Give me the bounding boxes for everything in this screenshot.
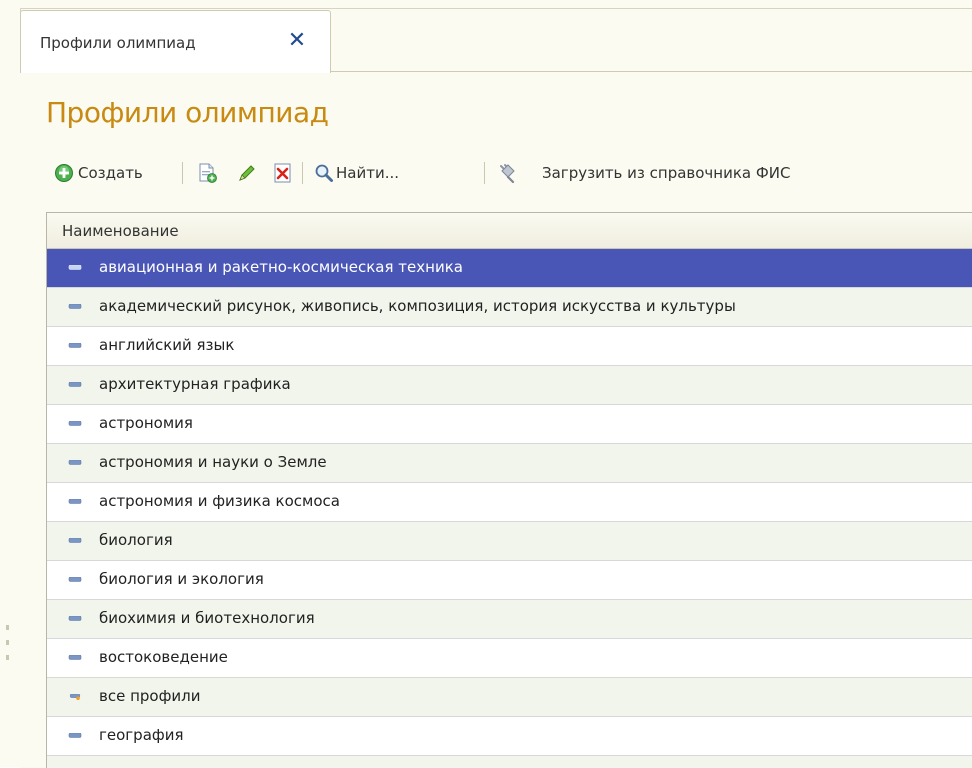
search-icon [315,164,333,182]
page-title: Профили олимпиад [46,96,329,129]
profiles-table[interactable]: Наименование авиационная и ракетно-косми… [46,212,972,768]
add-icon [55,164,73,182]
row-name: биохимия и биотехнология [99,609,315,627]
item-icon [68,538,82,543]
pencil-icon [239,165,255,181]
table-row[interactable]: география [47,717,972,756]
row-name: все профили [99,687,201,705]
row-name: авиационная и ракетно-космическая техник… [99,258,463,276]
splitter-mark [6,655,9,660]
load-from-fis-button[interactable]: Загрузить из справочника ФИС [496,158,790,188]
left-gutter [0,0,20,767]
row-name: архитектурная графика [99,375,291,393]
item-icon [68,733,82,738]
row-name: востоковедение [99,648,228,666]
top-strip [20,0,972,8]
toolbar-separator [484,162,485,184]
app-window: Профили олимпиад ✕ Профили олимпиад Созд… [0,0,972,768]
tab-olympiad-profiles[interactable]: Профили олимпиад ✕ [20,10,331,73]
load-label: Загрузить из справочника ФИС [542,164,791,182]
splitter-mark [6,640,9,645]
copy-button[interactable] [196,158,218,188]
table-row[interactable]: академический рисунок, живопись, компози… [47,288,972,327]
item-icon [68,616,82,621]
toolbar: Создать Найти... Загрузить из справочник… [46,158,946,188]
item-icon [68,421,82,426]
column-header-label: Наименование [62,222,179,240]
table-row[interactable]: геология [47,756,972,768]
table-row[interactable]: астрономия [47,405,972,444]
table-row[interactable]: астрономия и физика космоса [47,483,972,522]
table-row[interactable]: востоковедение [47,639,972,678]
item-icon [68,655,82,660]
create-button[interactable]: Создать [54,158,143,188]
tab-label: Профили олимпиад [40,34,196,52]
row-name: география [99,726,184,744]
row-name: астрономия и физика космоса [99,492,340,510]
table-row[interactable]: биохимия и биотехнология [47,600,972,639]
create-label: Создать [78,164,143,182]
row-name: астрономия [99,414,193,432]
row-name: астрономия и науки о Земле [99,453,327,471]
toolbar-separator [182,162,183,184]
find-label: Найти... [336,164,400,182]
row-name: академический рисунок, живопись, компози… [99,297,736,315]
row-name: биология и экология [99,570,264,588]
table-row[interactable]: английский язык [47,327,972,366]
table-row[interactable]: архитектурная графика [47,366,972,405]
row-name: биология [99,531,173,549]
table-rows: авиационная и ракетно-космическая техник… [47,249,972,768]
close-icon[interactable]: ✕ [287,30,307,52]
table-row[interactable]: авиационная и ракетно-космическая техник… [47,249,972,288]
delete-button[interactable] [272,158,294,188]
table-row[interactable]: все профили [47,678,972,717]
item-icon [68,460,82,465]
item-icon [68,577,82,582]
copy-icon [199,163,217,183]
item-icon [68,499,82,504]
row-name: английский язык [99,336,235,354]
table-row[interactable]: биология [47,522,972,561]
item-icon [68,265,82,270]
table-row[interactable]: астрономия и науки о Земле [47,444,972,483]
predefined-item-icon [69,694,81,700]
delete-icon [274,163,291,183]
splitter-mark [6,625,9,630]
toolbar-separator [302,162,303,184]
table-row[interactable]: биология и экология [47,561,972,600]
find-button[interactable]: Найти... [314,158,399,188]
item-icon [68,382,82,387]
item-icon [68,343,82,348]
column-header-name[interactable]: Наименование [47,213,972,249]
plug-icon [500,164,515,184]
edit-button[interactable] [236,158,258,188]
item-icon [68,304,82,309]
